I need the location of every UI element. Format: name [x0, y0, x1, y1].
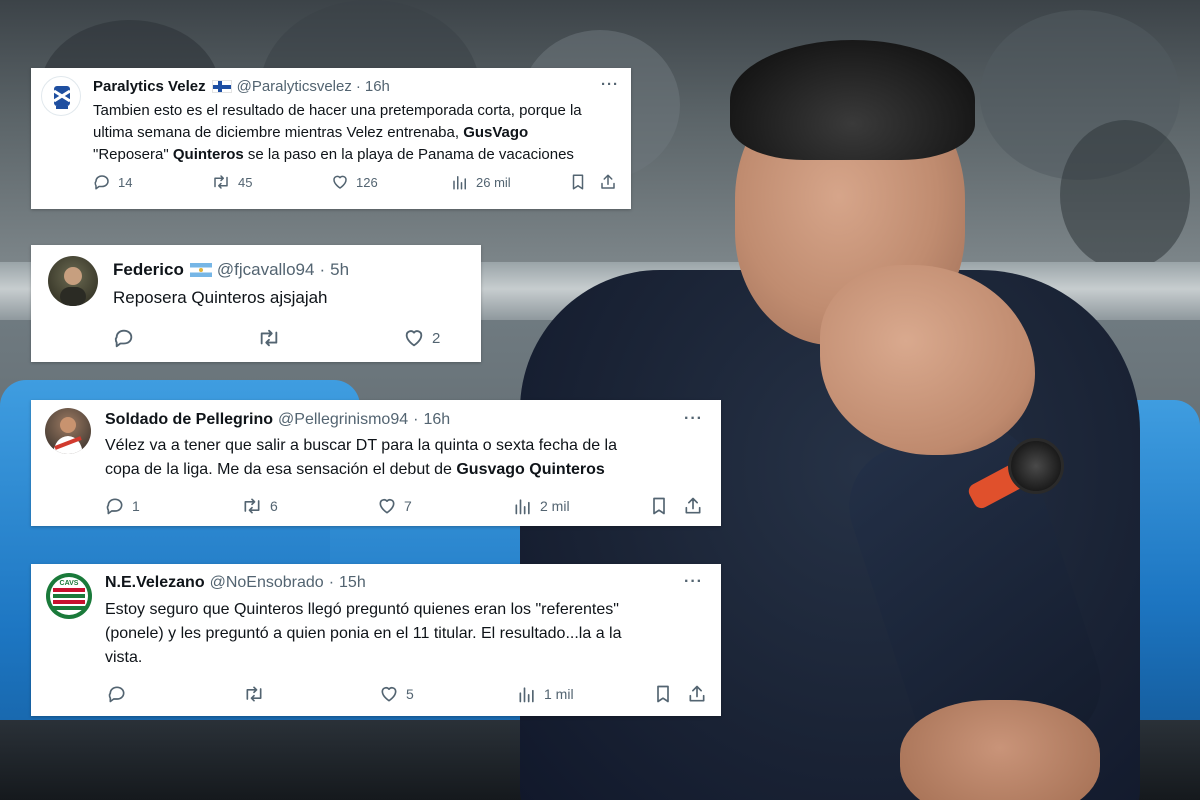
reply-button[interactable]: [113, 327, 135, 349]
views-count: 2 mil: [540, 498, 570, 514]
author-name[interactable]: Federico: [113, 260, 184, 280]
author-name[interactable]: N.E.Velezano: [105, 574, 205, 592]
more-options-icon[interactable]: ···: [684, 410, 703, 428]
views-chart-icon: [519, 687, 534, 703]
man-hair: [730, 40, 975, 160]
reply-icon: [114, 329, 133, 348]
retweet-icon: [260, 329, 278, 347]
timestamp[interactable]: 15h: [339, 574, 366, 592]
watch-face: [1008, 438, 1064, 494]
more-options-icon[interactable]: ···: [684, 573, 703, 591]
author-handle[interactable]: @Paralyticsvelez: [237, 78, 352, 95]
bookmark-button[interactable]: [569, 173, 587, 191]
reply-count: 1: [132, 498, 140, 514]
author-handle[interactable]: @fjcavallo94: [217, 260, 315, 280]
tweet-header: Soldado de Pellegrino @Pellegrinismo94 ·…: [105, 411, 450, 429]
like-button[interactable]: 5: [379, 684, 414, 704]
tweet-header: N.E.Velezano @NoEnsobrado · 15h: [105, 574, 366, 592]
separator-dot: ·: [319, 260, 326, 279]
retweet-icon: [244, 498, 260, 514]
separator-dot: ·: [328, 574, 335, 591]
profile-photo-icon: [60, 267, 86, 306]
reply-icon: [94, 175, 109, 190]
reply-icon: [106, 498, 123, 515]
reply-button[interactable]: 1: [105, 496, 140, 516]
club-badge-icon: CAVS: [46, 573, 92, 619]
like-button[interactable]: 126: [331, 173, 378, 191]
share-icon: [601, 174, 615, 189]
views-chart-icon: [453, 176, 466, 190]
author-handle[interactable]: @NoEnsobrado: [210, 574, 324, 592]
share-icon: [685, 497, 701, 514]
share-button[interactable]: [599, 173, 617, 191]
profile-photo-icon: [53, 417, 83, 454]
retweet-button[interactable]: 45: [211, 173, 252, 191]
reply-icon: [108, 686, 125, 703]
views-count: 26 mil: [476, 174, 511, 190]
bookmark-button[interactable]: [653, 684, 673, 704]
heart-icon: [379, 498, 395, 514]
like-count: 5: [406, 686, 414, 702]
avatar[interactable]: [45, 408, 91, 454]
tweet-header: Paralytics Velez @Paralyticsvelez · 16h: [93, 78, 390, 95]
heart-icon: [333, 175, 347, 189]
views-chart-icon: [515, 499, 530, 515]
bookmark-button[interactable]: [649, 496, 669, 516]
more-options-icon[interactable]: ···: [601, 76, 619, 93]
tweet-card[interactable]: Federico @fjcavallo94 · 5h Reposera Quin…: [31, 245, 481, 362]
avatar[interactable]: [48, 256, 98, 306]
retweet-button[interactable]: 6: [241, 496, 278, 516]
retweet-count: 45: [238, 174, 253, 190]
views-button[interactable]: 26 mil: [451, 173, 511, 191]
tweet-header: Federico @fjcavallo94 · 5h: [113, 260, 349, 280]
man-lower-hand: [900, 700, 1100, 800]
reply-count: 14: [118, 174, 133, 190]
like-button[interactable]: 2: [403, 327, 440, 349]
heart-icon: [381, 686, 397, 702]
views-button[interactable]: 2 mil: [513, 496, 570, 516]
like-count: 2: [432, 329, 441, 347]
heart-icon: [405, 330, 423, 347]
tweet-card[interactable]: Paralytics Velez @Paralyticsvelez · 16h …: [31, 68, 631, 209]
separator-dot: ·: [355, 78, 361, 95]
tweet-text: Tambien esto es el resultado de hacer un…: [93, 102, 582, 163]
retweet-button[interactable]: [243, 684, 265, 704]
timestamp[interactable]: 16h: [365, 78, 390, 95]
reply-button[interactable]: 14: [93, 173, 132, 191]
author-name[interactable]: Paralytics Velez: [93, 78, 206, 95]
bookmark-icon: [653, 497, 665, 515]
tweet-text: Estoy seguro que Quinteros llegó pregunt…: [105, 601, 622, 666]
share-button[interactable]: [687, 684, 707, 704]
retweet-icon: [214, 175, 228, 189]
retweet-icon: [246, 686, 262, 702]
avatar[interactable]: [41, 76, 81, 116]
tweet-card[interactable]: Soldado de Pellegrino @Pellegrinismo94 ·…: [31, 400, 721, 526]
bookmark-icon: [572, 174, 584, 190]
badge-text: CAVS: [60, 580, 79, 587]
share-icon: [689, 685, 705, 702]
author-name[interactable]: Soldado de Pellegrino: [105, 411, 273, 429]
avatar[interactable]: CAVS: [45, 572, 93, 620]
velez-shield-icon: [53, 86, 71, 109]
tweet-card[interactable]: CAVS N.E.Velezano @NoEnsobrado · 15h ···…: [31, 564, 721, 716]
like-count: 7: [404, 498, 412, 514]
tweet-text: Vélez va a tener que salir a buscar DT p…: [105, 437, 618, 478]
timestamp[interactable]: 5h: [330, 260, 349, 280]
share-button[interactable]: [683, 496, 703, 516]
reply-button[interactable]: [107, 684, 127, 704]
author-handle[interactable]: @Pellegrinismo94: [278, 411, 408, 429]
tweet-text: Reposera Quinteros ajsjajah: [113, 288, 328, 307]
finland-flag-icon: [211, 80, 232, 93]
retweet-button[interactable]: [257, 327, 281, 349]
bookmark-icon: [657, 685, 669, 703]
views-count: 1 mil: [544, 686, 574, 702]
timestamp[interactable]: 16h: [423, 411, 450, 429]
separator-dot: ·: [413, 411, 419, 428]
retweet-count: 6: [270, 498, 278, 514]
like-button[interactable]: 7: [377, 496, 412, 516]
argentina-flag-icon: [189, 263, 212, 277]
views-button[interactable]: 1 mil: [517, 684, 574, 704]
like-count: 126: [356, 174, 378, 190]
